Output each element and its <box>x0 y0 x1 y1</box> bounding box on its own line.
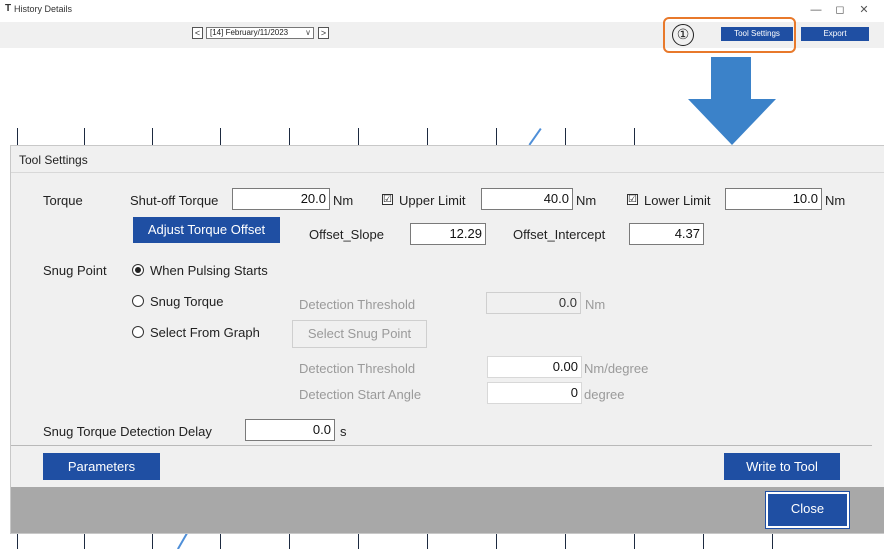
torque-section-label: Torque <box>43 193 83 208</box>
dialog-title-divider <box>11 172 884 173</box>
snug-torque-detection-delay-input[interactable]: 0.0 <box>245 419 335 441</box>
dialog-footer <box>11 487 884 533</box>
export-button[interactable]: Export <box>801 27 869 41</box>
dialog-title: Tool Settings <box>19 153 88 167</box>
upper-limit-input[interactable]: 40.0 <box>481 188 573 210</box>
parameters-button[interactable]: Parameters <box>43 453 160 480</box>
detection-threshold-2-label: Detection Threshold <box>299 361 416 376</box>
shutoff-torque-label: Shut-off Torque <box>130 193 219 208</box>
minimize-button[interactable]: — <box>806 2 826 18</box>
detection-threshold-2-input[interactable]: 0.00 <box>487 356 582 378</box>
upper-limit-label: Upper Limit <box>399 193 466 208</box>
close-window-button[interactable]: ✕ <box>854 2 874 18</box>
date-value: [14] February/11/2023 <box>210 28 289 37</box>
detection-start-angle-label: Detection Start Angle <box>299 387 422 402</box>
offset-slope-label: Offset_Slope <box>309 227 384 242</box>
offset-slope-input[interactable]: 12.29 <box>410 223 486 245</box>
write-to-tool-button[interactable]: Write to Tool <box>724 453 840 480</box>
lower-limit-input[interactable]: 10.0 <box>725 188 822 210</box>
radio-select-from-graph[interactable] <box>132 326 144 338</box>
callout-number: ① <box>672 24 694 46</box>
select-from-graph-label: Select From Graph <box>150 325 260 340</box>
arrow-head-icon <box>688 99 776 145</box>
radio-when-pulsing-starts[interactable] <box>132 264 144 276</box>
detection-start-angle-unit: degree <box>584 387 625 402</box>
lower-limit-label: Lower Limit <box>644 193 711 208</box>
app-icon: T <box>5 3 12 14</box>
detection-start-angle-input[interactable]: 0 <box>487 382 582 404</box>
detection-threshold-unit: Nm <box>585 297 606 312</box>
next-button[interactable]: > <box>318 27 329 39</box>
delay-unit: s <box>340 424 347 439</box>
offset-intercept-input[interactable]: 4.37 <box>629 223 704 245</box>
chevron-down-icon: ∨ <box>305 28 311 37</box>
select-snug-point-button[interactable]: Select Snug Point <box>292 320 427 348</box>
window-title: History Details <box>14 4 73 14</box>
shutoff-unit: Nm <box>333 193 354 208</box>
detection-threshold-input[interactable]: 0.0 <box>486 292 581 314</box>
close-button[interactable]: Close <box>766 492 849 528</box>
detection-threshold-2-unit: Nm/degree <box>584 361 649 376</box>
snug-torque-label: Snug Torque <box>150 294 224 309</box>
upper-limit-checkbox[interactable]: ☑ <box>382 194 393 205</box>
lower-limit-checkbox[interactable]: ☑ <box>627 194 638 205</box>
shutoff-torque-input[interactable]: 20.0 <box>232 188 330 210</box>
adjust-torque-offset-button[interactable]: Adjust Torque Offset <box>133 217 280 243</box>
tool-settings-button[interactable]: Tool Settings <box>721 27 793 41</box>
prev-button[interactable]: < <box>192 27 203 39</box>
detection-threshold-label: Detection Threshold <box>299 297 416 312</box>
arrow-down-icon <box>711 57 751 99</box>
date-select[interactable]: [14] February/11/2023 ∨ <box>206 27 314 39</box>
upper-limit-unit: Nm <box>576 193 597 208</box>
when-pulsing-starts-label: When Pulsing Starts <box>150 263 268 278</box>
dialog-divider <box>11 445 872 446</box>
snug-point-section-label: Snug Point <box>43 263 107 278</box>
lower-limit-unit: Nm <box>825 193 846 208</box>
offset-intercept-label: Offset_Intercept <box>513 227 606 242</box>
radio-snug-torque[interactable] <box>132 295 144 307</box>
maximize-button[interactable]: ◻ <box>830 2 850 18</box>
snug-torque-detection-delay-label: Snug Torque Detection Delay <box>43 424 212 439</box>
